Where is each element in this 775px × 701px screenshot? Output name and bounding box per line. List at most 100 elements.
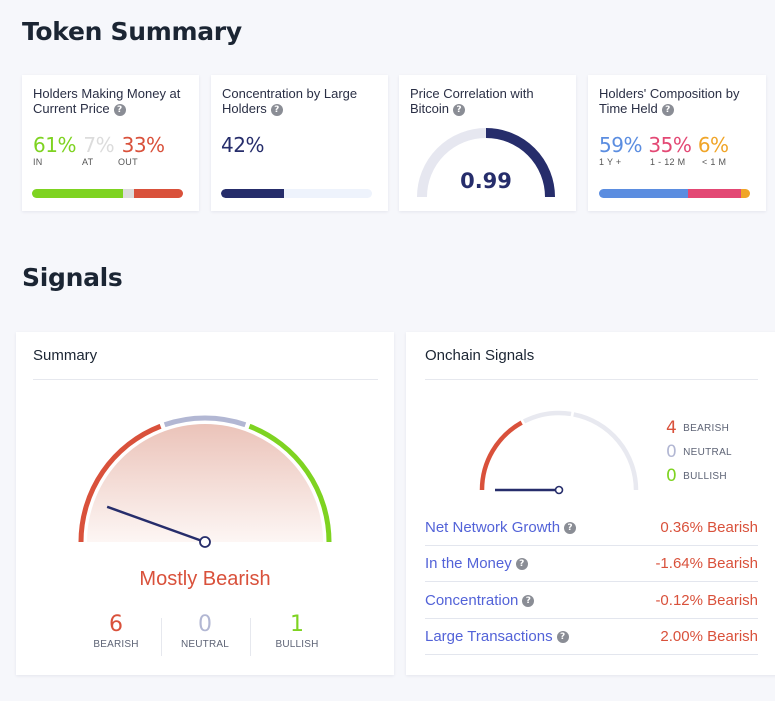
onchain-divider	[425, 379, 758, 380]
onchain-gauge-neutral-arc	[523, 410, 572, 424]
help-icon[interactable]: ?	[270, 103, 283, 116]
short-term-value: 6%	[697, 133, 729, 157]
summary-title: Summary	[33, 347, 98, 364]
count-divider	[161, 618, 162, 656]
at-money-value: 7%	[83, 133, 115, 157]
signal-row-net-network-growth[interactable]: Net Network Growth? 0.36% Bearish	[425, 510, 758, 546]
signal-row-concentration[interactable]: Concentration? -0.12% Bearish	[425, 583, 758, 619]
correlation-value: 0.99	[460, 169, 512, 193]
onchain-neutral-value: 0	[666, 442, 678, 462]
onchain-gauge-bearish-arc	[479, 420, 523, 491]
summary-gauge-pivot	[199, 536, 211, 548]
long-term-label: 1 Y +	[599, 157, 622, 167]
signal-value: -1.64% Bearish	[655, 555, 758, 572]
signal-verdict: Bearish	[707, 555, 758, 572]
summary-bearish-count: 6 BEARISH	[76, 612, 156, 650]
composition-bar	[599, 189, 750, 198]
short-term-label: < 1 M	[702, 157, 727, 167]
summary-card: Summary Mostly Bearish 6 BEARISH 0 NEUTR…	[16, 332, 394, 675]
bullish-count-label: BULLISH	[275, 639, 319, 650]
bearish-count-label: BEARISH	[93, 639, 139, 650]
money-bar-at	[123, 189, 134, 198]
onchain-bullish-label: BULLISH	[683, 471, 727, 482]
signal-value: 0.36% Bearish	[660, 519, 758, 536]
signal-row-large-transactions[interactable]: Large Transactions? 2.00% Bearish	[425, 619, 758, 655]
signal-value: -0.12% Bearish	[655, 592, 758, 609]
onchain-bearish-count: 4 BEARISH	[666, 418, 729, 438]
money-bar-out	[133, 189, 183, 198]
signals-heading: Signals	[22, 263, 123, 292]
summary-gauge-neutral-arc	[163, 415, 247, 428]
summary-neutral-count: 0 NEUTRAL	[165, 612, 245, 650]
onchain-bullish-value: 0	[666, 466, 678, 486]
signal-verdict: Bearish	[707, 519, 758, 536]
card-title-text: Concentration by Large Holders	[222, 86, 358, 116]
card-title: Concentration by Large Holders?	[222, 86, 382, 116]
concentration-value: 42%	[221, 133, 264, 157]
in-label: IN	[33, 157, 43, 167]
bullish-count-value: 1	[290, 612, 304, 637]
summary-gauge-fill	[87, 424, 323, 542]
mid-term-value: 35%	[648, 133, 692, 157]
onchain-title: Onchain Signals	[425, 347, 535, 364]
holders-making-money-card: Holders Making Money at Current Price? 6…	[22, 75, 199, 211]
onchain-neutral-label: NEUTRAL	[683, 447, 732, 458]
signal-percent: -1.64%	[655, 555, 703, 572]
signal-name[interactable]: In the Money?	[425, 555, 528, 572]
help-icon[interactable]: ?	[564, 522, 577, 535]
signal-name-text[interactable]: Large Transactions	[425, 628, 553, 645]
concentration-bar-fill	[221, 189, 285, 198]
composition-bar-long	[599, 189, 689, 198]
signal-name[interactable]: Net Network Growth?	[425, 519, 577, 536]
summary-bullish-count: 1 BULLISH	[257, 612, 337, 650]
concentration-card: Concentration by Large Holders? 42%	[211, 75, 388, 211]
signal-name[interactable]: Concentration?	[425, 592, 535, 609]
onchain-bearish-value: 4	[666, 418, 678, 438]
count-divider	[250, 618, 251, 656]
onchain-bullish-count: 0 BULLISH	[666, 466, 727, 486]
signal-percent: 2.00%	[660, 628, 703, 645]
card-title: Holders' Composition by Time Held?	[599, 86, 759, 116]
signal-name-text[interactable]: In the Money	[425, 555, 512, 572]
mid-term-label: 1 - 12 M	[650, 157, 686, 167]
signal-verdict: Bearish	[707, 628, 758, 645]
at-label: AT	[82, 157, 94, 167]
holders-composition-card: Holders' Composition by Time Held? 59% 3…	[588, 75, 766, 211]
in-money-value: 61%	[33, 133, 76, 157]
long-term-value: 59%	[599, 133, 642, 157]
onchain-gauge-pivot	[554, 485, 564, 495]
token-summary-heading: Token Summary	[22, 17, 242, 46]
signal-verdict: Bearish	[707, 592, 758, 609]
help-icon[interactable]: ?	[515, 558, 528, 571]
onchain-signals-card: Onchain Signals 4 BEARISH 0 NEUTRAL 0 BULLI…	[406, 332, 775, 675]
signal-name-text[interactable]: Net Network Growth	[425, 519, 560, 536]
summary-divider	[33, 379, 378, 380]
bearish-count-value: 6	[109, 612, 123, 637]
onchain-neutral-count: 0 NEUTRAL	[666, 442, 732, 462]
signal-name[interactable]: Large Transactions?	[425, 628, 569, 645]
composition-bar-short	[740, 189, 750, 198]
signal-row-in-the-money[interactable]: In the Money? -1.64% Bearish	[425, 546, 758, 582]
out-money-value: 33%	[121, 133, 165, 157]
signal-value: 2.00% Bearish	[660, 628, 758, 645]
onchain-gauge-bullish-arc	[573, 412, 639, 491]
signal-name-text[interactable]: Concentration	[425, 592, 518, 609]
onchain-gauge	[479, 410, 639, 495]
composition-bar-mid	[688, 189, 741, 198]
money-bar-in	[32, 189, 124, 198]
signal-percent: 0.36%	[660, 519, 703, 536]
signal-percent: -0.12%	[655, 592, 703, 609]
price-correlation-card: Price Correlation with Bitcoin? 0.99	[399, 75, 576, 211]
card-title: Holders Making Money at Current Price?	[33, 86, 193, 116]
neutral-count-value: 0	[198, 612, 212, 637]
money-bar	[32, 189, 183, 198]
card-title-text: Holders Making Money at Current Price	[33, 86, 181, 116]
help-icon[interactable]: ?	[522, 595, 535, 608]
help-icon[interactable]: ?	[661, 103, 674, 116]
neutral-count-label: NEUTRAL	[180, 639, 230, 650]
out-label: OUT	[118, 157, 138, 167]
concentration-bar	[221, 189, 372, 198]
help-icon[interactable]: ?	[113, 103, 126, 116]
help-icon[interactable]: ?	[556, 631, 569, 644]
summary-verdict: Mostly Bearish	[139, 568, 271, 590]
